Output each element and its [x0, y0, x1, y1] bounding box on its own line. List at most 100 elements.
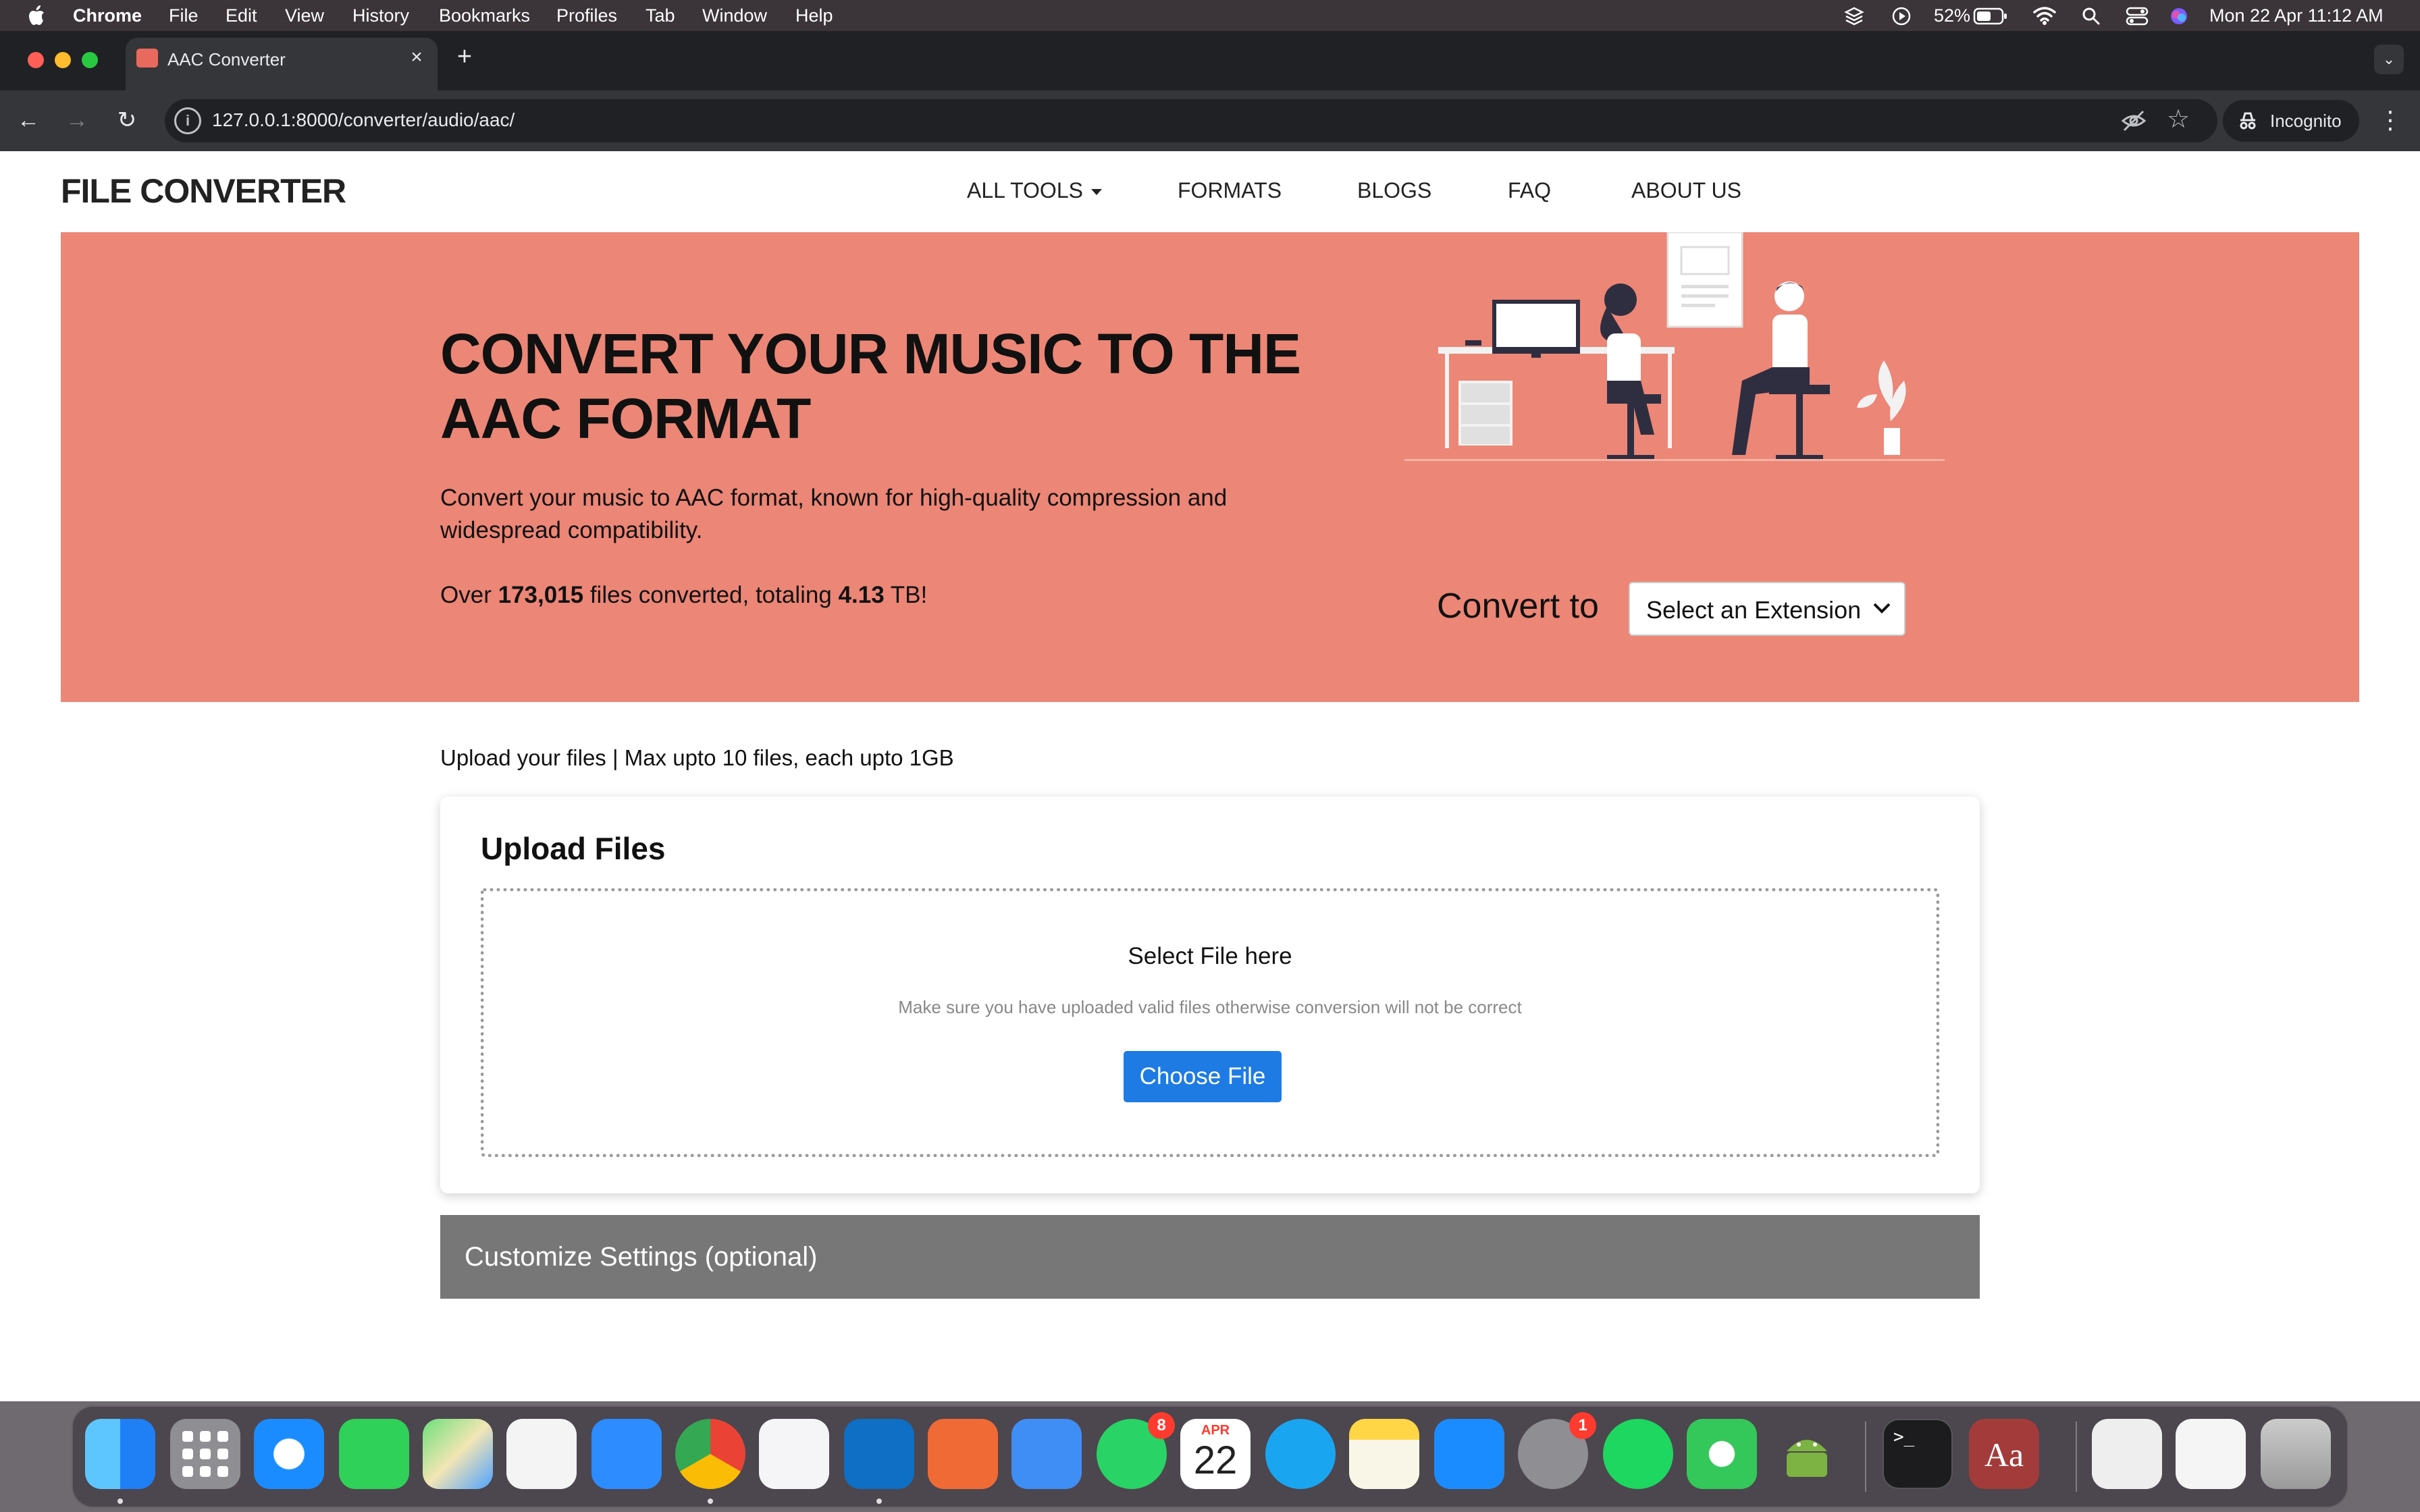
menu-help[interactable]: Help [795, 5, 833, 26]
menu-edit[interactable]: Edit [226, 5, 257, 26]
page-content: FILE CONVERTER ALL TOOLS FORMATS BLOGS F… [0, 151, 2420, 1401]
address-bar-url[interactable]: 127.0.0.1:8000/converter/audio/aac/ [212, 109, 515, 131]
hero-title-line-2: AAC FORMAT [440, 387, 811, 450]
trash-icon[interactable] [2261, 1419, 2331, 1489]
app-store-icon[interactable] [1434, 1419, 1504, 1489]
chevron-down-icon [1873, 603, 1891, 614]
chrome-menu-icon[interactable]: ⋮ [2377, 103, 2404, 138]
control-center-icon[interactable] [2126, 6, 2149, 26]
terminal-icon[interactable]: >_ [1883, 1419, 1953, 1489]
nav-all-tools[interactable]: ALL TOOLS [967, 178, 1102, 203]
hero-banner: CONVERT YOUR MUSIC TO THE AAC FORMAT Con… [61, 232, 2359, 702]
customize-settings-label: Customize Settings (optional) [465, 1242, 818, 1272]
play-circle-icon[interactable] [1891, 5, 1912, 27]
calendar-month: APR [1201, 1423, 1230, 1438]
launchpad-icon[interactable] [170, 1419, 240, 1489]
battery-icon[interactable] [1973, 7, 2008, 26]
file-dropzone[interactable]: Select File here Make sure you have uplo… [481, 888, 1939, 1157]
stats-suffix: TB! [884, 582, 928, 608]
chrome-running-dot [708, 1498, 713, 1504]
incognito-icon [2240, 112, 2256, 130]
menu-chrome[interactable]: Chrome [73, 5, 142, 26]
calendar-day: 22 [1193, 1438, 1238, 1482]
tab-title: AAC Converter [167, 49, 286, 70]
window-minimize-button[interactable] [55, 52, 71, 68]
postman-icon[interactable] [928, 1419, 998, 1489]
chrome-icon[interactable] [675, 1419, 745, 1489]
layers-icon[interactable] [1843, 5, 1865, 27]
maps-icon[interactable] [423, 1419, 493, 1489]
dock-separator-2 [2076, 1422, 2077, 1492]
eye-slash-icon[interactable] [2120, 107, 2147, 134]
android-studio-icon[interactable] [1772, 1419, 1842, 1489]
dictionary-label: Aa [1984, 1436, 2024, 1474]
total-size-value: 4.13 [838, 582, 885, 608]
nav-faq[interactable]: FAQ [1508, 178, 1551, 203]
whatsapp-badge: 8 [1148, 1412, 1175, 1439]
extension-select[interactable]: Select an Extension [1629, 582, 1905, 636]
instruments-icon[interactable] [759, 1419, 829, 1489]
tab-search-chevron-icon[interactable]: ⌄ [2374, 45, 2404, 74]
site-logo[interactable]: FILE CONVERTER [61, 171, 346, 211]
menu-view[interactable]: View [285, 5, 324, 26]
new-tab-plus-icon[interactable]: + [451, 43, 478, 70]
upload-card: Upload Files Select File here Make sure … [440, 796, 1980, 1193]
incognito-profile-button[interactable]: Incognito [2223, 100, 2359, 142]
incognito-label: Incognito [2270, 111, 2342, 131]
skype-icon[interactable] [1265, 1419, 1336, 1489]
notes-icon[interactable] [1349, 1419, 1419, 1489]
mail-icon[interactable] [591, 1419, 662, 1489]
macos-dock: 8 APR 22 1 >_ Aa [72, 1405, 2348, 1508]
forward-arrow-icon[interactable]: → [59, 103, 95, 138]
back-arrow-icon[interactable]: ← [11, 103, 46, 138]
apple-icon[interactable] [26, 4, 46, 27]
dictionary-icon[interactable]: Aa [1969, 1419, 2039, 1489]
choose-file-button[interactable]: Choose File [1124, 1051, 1282, 1102]
menu-profiles[interactable]: Profiles [556, 5, 617, 26]
nav-formats[interactable]: FORMATS [1178, 178, 1282, 203]
xcode-icon[interactable] [1011, 1419, 1082, 1489]
menu-bookmarks[interactable]: Bookmarks [439, 5, 530, 26]
recent-window-thumbnail-1[interactable] [2092, 1419, 2162, 1489]
files-converted-count: 173,015 [498, 582, 584, 608]
finder-running-dot [117, 1498, 123, 1504]
stats-middle: files converted, totaling [583, 582, 839, 608]
safari-icon[interactable] [254, 1419, 324, 1489]
nav-about-us[interactable]: ABOUT US [1631, 178, 1741, 203]
android-icon [1787, 1440, 1827, 1477]
tab-close-icon[interactable]: × [405, 46, 428, 69]
wifi-icon[interactable] [2032, 5, 2057, 26]
battery-percent: 52% [1934, 5, 1971, 26]
finder-icon[interactable] [85, 1419, 155, 1489]
conversion-stats: Over 173,015 files converted, totaling 4… [440, 582, 927, 609]
menu-tab[interactable]: Tab [646, 5, 675, 26]
spotlight-search-icon[interactable] [2081, 6, 2101, 26]
calendar-icon[interactable]: APR 22 [1180, 1419, 1251, 1489]
settings-badge: 1 [1569, 1412, 1596, 1439]
dropzone-hint: Make sure you have uploaded valid files … [898, 997, 1522, 1017]
recent-window-thumbnail-2[interactable] [2176, 1419, 2246, 1489]
site-info-icon[interactable]: i [174, 107, 201, 134]
bookmark-star-icon[interactable]: ☆ [2165, 105, 2192, 134]
extension-select-value: Select an Extension [1646, 596, 1862, 624]
menu-window[interactable]: Window [702, 5, 767, 26]
textedit-icon[interactable] [506, 1419, 577, 1489]
customize-settings-accordion[interactable]: Customize Settings (optional) [440, 1215, 1980, 1299]
browser-tab-active[interactable]: AAC Converter × [126, 38, 438, 90]
reload-icon[interactable]: ↻ [109, 103, 144, 138]
spotify-icon[interactable] [1603, 1419, 1673, 1489]
facetime-icon[interactable] [339, 1419, 409, 1489]
siri-icon[interactable] [2169, 6, 2189, 26]
find-my-icon[interactable] [1687, 1419, 1757, 1489]
window-close-button[interactable] [28, 52, 44, 68]
vscode-icon[interactable] [844, 1419, 914, 1489]
menu-history[interactable]: History [352, 5, 409, 26]
nav-blogs[interactable]: BLOGS [1357, 178, 1431, 203]
hero-subtitle: Convert your music to AAC format, known … [440, 485, 1228, 543]
menubar-clock[interactable]: Mon 22 Apr 11:12 AM [2209, 5, 2384, 26]
launchpad-grid-icon [182, 1431, 228, 1477]
window-zoom-button[interactable] [82, 52, 98, 68]
terminal-prompt-icon: >_ [1893, 1427, 1915, 1447]
address-bar[interactable]: i 127.0.0.1:8000/converter/audio/aac/ ☆ [165, 99, 2217, 142]
menu-file[interactable]: File [169, 5, 199, 26]
